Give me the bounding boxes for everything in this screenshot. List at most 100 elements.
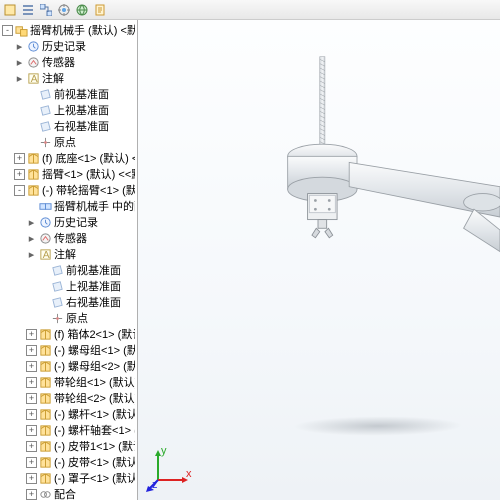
tree-node[interactable]: + (-) 皮带<1> (默认) — [0, 454, 137, 470]
plane-icon — [50, 279, 64, 293]
tb-list-icon[interactable] — [20, 2, 36, 18]
tree-branch-icon: ▸ — [26, 217, 37, 228]
tree-node[interactable]: ▸历史记录 — [0, 38, 137, 54]
expand-icon[interactable]: + — [26, 489, 37, 500]
tree-node[interactable]: + 配合 — [0, 486, 137, 500]
graphics-viewport[interactable]: y x z — [138, 20, 500, 500]
tree-node-label: 摇臂机械手 中的配 — [54, 198, 135, 214]
expand-icon[interactable]: + — [14, 153, 25, 164]
tree-node-label: (-) 螺杆<1> (默认) — [54, 406, 135, 422]
tb-target-icon[interactable] — [56, 2, 72, 18]
tree-node-label: (-) 带轮摇臂<1> (默认) — [42, 182, 135, 198]
expand-icon[interactable]: + — [26, 393, 37, 404]
expand-icon[interactable]: + — [26, 377, 37, 388]
tree-node-label: (-) 螺杆轴套<1> (默 — [54, 422, 135, 438]
part-icon — [38, 455, 52, 469]
tree-node[interactable]: ▸ 传感器 — [0, 230, 137, 246]
hist-icon — [38, 215, 52, 229]
tree-node[interactable]: 上视基准面 — [0, 102, 137, 118]
tree-node-label: 历史记录 — [54, 214, 98, 230]
tree-node-label: 配合 — [54, 486, 76, 500]
tb-tree-icon[interactable] — [38, 2, 54, 18]
tree-node[interactable]: + (-) 罩子<1> (默认) << — [0, 470, 137, 486]
tree-node[interactable]: +(f) 底座<1> (默认) <<默 — [0, 150, 137, 166]
plane-icon — [38, 119, 52, 133]
asm-icon — [14, 23, 28, 37]
tree-node-label: 摇臂机械手 (默认) <默认_显 — [30, 22, 135, 38]
hist-icon — [26, 39, 40, 53]
tb-globe-icon[interactable] — [74, 2, 90, 18]
tree-node-label: (-) 螺母组<2> (默认 — [54, 358, 135, 374]
expand-icon[interactable]: - — [14, 185, 25, 196]
part-icon — [26, 151, 40, 165]
tree-node-label: 原点 — [66, 310, 88, 326]
sens-icon — [38, 231, 52, 245]
tree-node[interactable]: - 摇臂机械手 (默认) <默认_显 — [0, 22, 137, 38]
tree-node-label: 传感器 — [54, 230, 87, 246]
tree-node[interactable]: 上视基准面 — [0, 278, 137, 294]
tree-node[interactable]: ▸A注解 — [0, 246, 137, 262]
part-icon — [38, 391, 52, 405]
tree-node[interactable]: 右视基准面 — [0, 294, 137, 310]
view-triad[interactable]: y x z — [146, 444, 194, 492]
tree-branch-icon — [38, 313, 49, 324]
triad-z-label: z — [152, 479, 158, 491]
tree-node-label: 前视基准面 — [54, 86, 109, 102]
tree-node[interactable]: + (-) 螺母组<2> (默认 — [0, 358, 137, 374]
plane-icon — [50, 295, 64, 309]
feature-tree[interactable]: -摇臂机械手 (默认) <默认_显▸历史记录▸传感器▸A注解前视基准面上视基准面… — [0, 20, 138, 500]
tb-cube-icon[interactable] — [2, 2, 18, 18]
tree-node[interactable]: 右视基准面 — [0, 118, 137, 134]
expand-icon[interactable]: + — [26, 345, 37, 356]
tree-node-label: 前视基准面 — [66, 262, 121, 278]
tree-node[interactable]: +带轮组<1> (默认) — [0, 374, 137, 390]
tree-node[interactable]: + (-) 螺母组<1> (默认 — [0, 342, 137, 358]
tree-node-label: (-) 螺母组<1> (默认 — [54, 342, 135, 358]
tree-node[interactable]: 原点 — [0, 134, 137, 150]
tb-book-icon[interactable] — [92, 2, 108, 18]
svg-text:A: A — [42, 250, 49, 261]
tree-node[interactable]: + 带轮组<2> (默认) — [0, 390, 137, 406]
tree-node[interactable]: + (-) 螺杆轴套<1> (默 — [0, 422, 137, 438]
expand-icon[interactable]: + — [14, 169, 25, 180]
expand-icon[interactable]: - — [2, 25, 13, 36]
tree-branch-icon: ▸ — [14, 57, 25, 68]
expand-icon[interactable]: + — [26, 425, 37, 436]
tree-node-label: (-) 皮带<1> (默认) — [54, 454, 135, 470]
part-icon — [38, 375, 52, 389]
expand-icon[interactable]: + — [26, 409, 37, 420]
tree-node[interactable]: + (-) 皮带1<1> (默认 — [0, 438, 137, 454]
tree-node[interactable]: 前视基准面 — [0, 86, 137, 102]
expand-icon[interactable]: + — [26, 329, 37, 340]
tree-node-label: 带轮组<2> (默认) — [54, 390, 135, 406]
tree-node[interactable]: 原点 — [0, 310, 137, 326]
tree-node[interactable]: ▸A注解 — [0, 70, 137, 86]
tree-node-label: (-) 皮带1<1> (默认 — [54, 438, 135, 454]
tree-node-label: 注解 — [42, 70, 64, 86]
part-icon — [38, 439, 52, 453]
tree-node[interactable]: + (-) 螺杆<1> (默认) — [0, 406, 137, 422]
tree-node[interactable]: +摇臂<1> (默认) <<默认... — [0, 166, 137, 182]
tree-node[interactable]: 摇臂机械手 中的配 — [0, 198, 137, 214]
tree-branch-icon — [26, 89, 37, 100]
part-icon — [26, 183, 40, 197]
part-icon — [38, 327, 52, 341]
tree-node[interactable]: 前视基准面 — [0, 262, 137, 278]
tree-node-label: (-) 罩子<1> (默认) << — [54, 470, 135, 486]
expand-icon[interactable]: + — [26, 473, 37, 484]
note-icon: A — [38, 247, 52, 261]
triad-x-label: x — [186, 468, 192, 480]
part-icon — [38, 343, 52, 357]
tree-node[interactable]: ▸传感器 — [0, 54, 137, 70]
tree-node[interactable]: - (-) 带轮摇臂<1> (默认) — [0, 182, 137, 198]
tree-node-label: 注解 — [54, 246, 76, 262]
part-icon — [26, 167, 40, 181]
expand-icon[interactable]: + — [26, 457, 37, 468]
expand-icon[interactable]: + — [26, 361, 37, 372]
tree-node[interactable]: +(f) 箱体2<1> (默认 — [0, 326, 137, 342]
tree-branch-icon: ▸ — [26, 233, 37, 244]
top-toolbar — [0, 0, 500, 20]
tree-node[interactable]: ▸ 历史记录 — [0, 214, 137, 230]
expand-icon[interactable]: + — [26, 441, 37, 452]
plane-icon — [38, 87, 52, 101]
